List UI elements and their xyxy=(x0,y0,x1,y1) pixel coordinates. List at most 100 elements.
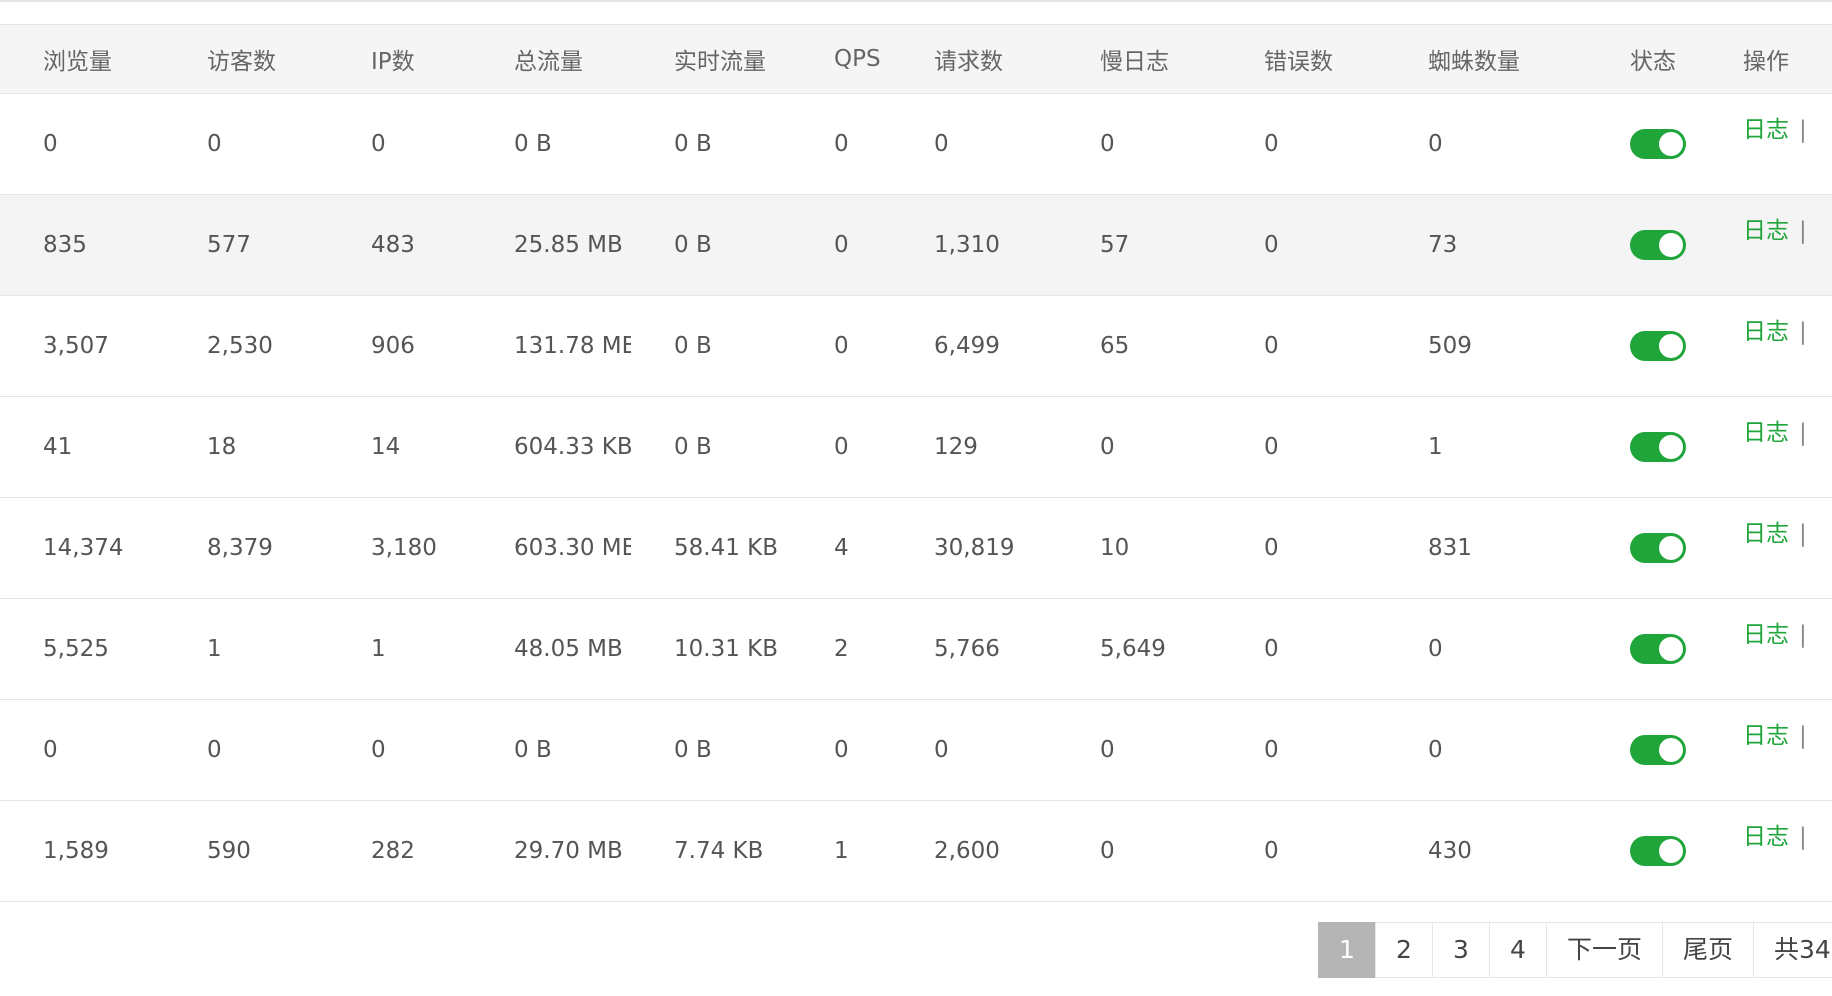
status-toggle[interactable] xyxy=(1630,533,1686,563)
cell-slow-log[interactable]: 65 xyxy=(1057,296,1221,397)
status-toggle[interactable] xyxy=(1630,735,1686,765)
toggle-knob xyxy=(1659,637,1683,661)
table-row: 1,589 590 282 29.70 MB 7.74 KB 1 2,600 0 0 430 日志 | xyxy=(0,801,1832,902)
cell-slow-log[interactable]: 10 xyxy=(1057,498,1221,599)
col-header-total-traffic[interactable]: 总流量 xyxy=(471,25,631,94)
cell-requests: 129 xyxy=(934,434,978,460)
site-monitor-page: 浏览量 访客数 IP数 总流量 实时流量 QPS 请求数 慢日志 错误数 蜘蛛数… xyxy=(0,0,1832,996)
table-row: 0 0 0 0 B 0 B 0 0 0 0 0 日志 | xyxy=(0,700,1832,801)
status-toggle[interactable] xyxy=(1630,230,1686,260)
cell-pv: 1,589 xyxy=(43,838,109,864)
cell-uv: 0 xyxy=(207,737,222,763)
cell-ip: 282 xyxy=(371,838,415,864)
log-link[interactable]: 日志 xyxy=(1743,319,1789,345)
col-header-realtime-traffic[interactable]: 实时流量 xyxy=(631,25,791,94)
cell-requests: 0 xyxy=(934,131,949,157)
cell-qps: 1 xyxy=(834,838,849,864)
col-header-requests[interactable]: 请求数 xyxy=(891,25,1057,94)
cell-slow-log: 0 xyxy=(1100,434,1115,460)
cell-errors: 0 xyxy=(1264,838,1279,864)
status-toggle[interactable] xyxy=(1630,331,1686,361)
col-header-slow-log[interactable]: 慢日志 xyxy=(1057,25,1221,94)
cell-errors: 0 xyxy=(1264,232,1279,258)
cell-spiders: 0 xyxy=(1428,131,1443,157)
next-page-button[interactable]: 下一页 xyxy=(1546,922,1664,978)
cell-realtime-traffic: 10.31 KB xyxy=(674,636,779,662)
action-separator: | xyxy=(1799,117,1807,143)
cell-spiders: 0 xyxy=(1428,737,1443,763)
cell-slow-log[interactable]: 5,649 xyxy=(1057,599,1221,700)
cell-total-traffic: 604.33 KB xyxy=(514,434,631,460)
table-row: 3,507 2,530 906 131.78 MB 0 B 0 6,499 65 0 509 日志 | xyxy=(0,296,1832,397)
cell-slow-log: 0 xyxy=(1100,737,1115,763)
log-link[interactable]: 日志 xyxy=(1743,824,1789,850)
toggle-knob xyxy=(1659,233,1683,257)
cell-pv: 0 xyxy=(43,131,58,157)
cell-spiders[interactable]: 430 xyxy=(1385,801,1587,902)
cell-pv: 0 xyxy=(43,737,58,763)
page-2-button[interactable]: 2 xyxy=(1375,922,1433,978)
table-row: 835 577 483 25.85 MB 0 B 0 1,310 57 0 73 日志 | xyxy=(0,194,1832,296)
cell-qps: 2 xyxy=(834,636,849,662)
log-link[interactable]: 日志 xyxy=(1743,117,1789,143)
page-1-button[interactable]: 1 xyxy=(1318,922,1376,978)
cell-errors: 0 xyxy=(1264,535,1279,561)
status-toggle[interactable] xyxy=(1630,634,1686,664)
col-header-pv[interactable]: 浏览量 xyxy=(0,25,164,94)
cell-requests: 30,819 xyxy=(934,535,1015,561)
cell-spiders[interactable]: 509 xyxy=(1385,296,1587,397)
cell-realtime-traffic: 0 B xyxy=(674,434,712,460)
toggle-knob xyxy=(1659,738,1683,762)
cell-errors: 0 xyxy=(1264,333,1279,359)
cell-qps: 4 xyxy=(834,535,849,561)
cell-requests: 6,499 xyxy=(934,333,1000,359)
log-link[interactable]: 日志 xyxy=(1743,723,1789,749)
log-link[interactable]: 日志 xyxy=(1743,521,1789,547)
cell-qps: 0 xyxy=(834,232,849,258)
cell-actions: 日志 | xyxy=(1700,94,1832,195)
cell-spiders[interactable]: 1 xyxy=(1385,397,1587,498)
col-header-errors[interactable]: 错误数 xyxy=(1221,25,1385,94)
cell-spiders[interactable]: 73 xyxy=(1385,195,1587,296)
cell-realtime-traffic: 0 B xyxy=(674,131,712,157)
status-toggle[interactable] xyxy=(1630,836,1686,866)
action-separator: | xyxy=(1799,824,1807,850)
log-link[interactable]: 日志 xyxy=(1743,218,1789,244)
page-3-button[interactable]: 3 xyxy=(1432,922,1490,978)
cell-ip: 906 xyxy=(371,333,415,359)
cell-actions: 日志 | xyxy=(1700,599,1832,700)
table-body: 0000 B0 B 0 0 0 0 0 日志 | 835 577 483 25.85 MB 0 B 0 1,… xyxy=(0,94,1832,902)
last-page-button[interactable]: 尾页 xyxy=(1662,922,1755,978)
col-header-status: 状态 xyxy=(1630,49,1676,75)
cell-status xyxy=(1587,94,1700,195)
cell-uv: 18 xyxy=(207,434,237,460)
cell-pv: 5,525 xyxy=(43,636,109,662)
col-header-ip[interactable]: IP数 xyxy=(328,25,471,94)
toggle-knob xyxy=(1659,435,1683,459)
page-4-button[interactable]: 4 xyxy=(1489,922,1547,978)
log-link[interactable]: 日志 xyxy=(1743,622,1789,648)
cell-slow-log[interactable]: 57 xyxy=(1057,195,1221,296)
cell-status xyxy=(1587,397,1700,498)
cell-spiders[interactable]: 831 xyxy=(1385,498,1587,599)
status-toggle[interactable] xyxy=(1630,432,1686,462)
col-header-spiders[interactable]: 蜘蛛数量 xyxy=(1385,25,1587,94)
cell-requests: 1,310 xyxy=(934,232,1000,258)
toggle-knob xyxy=(1659,839,1683,863)
log-link[interactable]: 日志 xyxy=(1743,420,1789,446)
cell-ip: 14 xyxy=(371,434,401,460)
table-header-row: 浏览量 访客数 IP数 总流量 实时流量 QPS 请求数 慢日志 错误数 蜘蛛数… xyxy=(0,24,1832,94)
cell-errors: 0 xyxy=(1264,737,1279,763)
cell-ip: 1 xyxy=(371,636,386,662)
cell-status xyxy=(1587,700,1700,801)
cell-requests: 2,600 xyxy=(934,838,1000,864)
status-toggle[interactable] xyxy=(1630,129,1686,159)
cell-requests: 5,766 xyxy=(934,636,1000,662)
col-header-qps[interactable]: QPS xyxy=(791,25,891,94)
col-header-uv[interactable]: 访客数 xyxy=(164,25,328,94)
cell-uv: 2,530 xyxy=(207,333,273,359)
cell-actions: 日志 | xyxy=(1700,195,1832,296)
toggle-knob xyxy=(1659,334,1683,358)
cell-status xyxy=(1587,296,1700,397)
toggle-knob xyxy=(1659,132,1683,156)
